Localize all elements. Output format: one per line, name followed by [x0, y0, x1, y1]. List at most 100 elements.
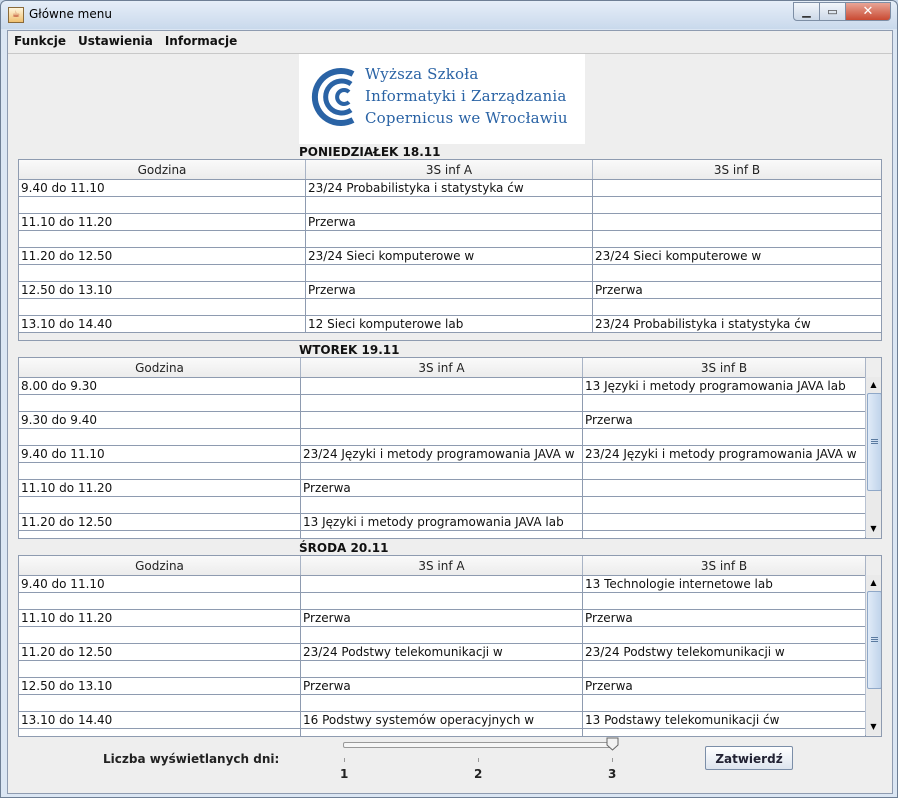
scroll-down-arrow-icon[interactable]: ▼	[866, 719, 881, 735]
vertical-scrollbar[interactable]: ▲ ▼	[865, 575, 881, 735]
table-cell[interactable]	[301, 463, 583, 479]
table-cell[interactable]	[301, 531, 583, 538]
table-cell[interactable]: 9.40 do 11.10	[19, 446, 301, 462]
table-cell[interactable]	[19, 695, 301, 711]
table-cell[interactable]: 12.50 do 13.10	[19, 282, 306, 298]
table-cell[interactable]	[19, 593, 301, 609]
table-row[interactable]	[19, 695, 866, 712]
scroll-up-arrow-icon[interactable]: ▲	[866, 575, 881, 591]
table-cell[interactable]: 13 Technologie internetowe lab	[583, 576, 866, 592]
table-cell[interactable]	[593, 231, 881, 247]
table-row[interactable]	[19, 429, 866, 446]
table-row[interactable]	[19, 531, 866, 538]
table-cell[interactable]	[301, 576, 583, 592]
column-header-inf-b[interactable]: 3S inf B	[583, 556, 866, 575]
menu-informacje[interactable]: Informacje	[159, 31, 243, 52]
table-cell[interactable]	[301, 627, 583, 643]
table-row[interactable]: 9.40 do 11.10 13 Technologie internetowe…	[19, 576, 866, 593]
table-cell[interactable]	[301, 661, 583, 677]
table-cell[interactable]	[19, 627, 301, 643]
table-cell[interactable]	[301, 378, 583, 394]
table-row[interactable]: 11.20 do 12.50 23/24 Sieci komputerowe w2…	[19, 248, 881, 265]
table-cell[interactable]: 11.20 do 12.50	[19, 248, 306, 264]
table-cell[interactable]	[583, 627, 866, 643]
table-cell[interactable]	[19, 299, 306, 315]
table-cell[interactable]	[19, 497, 301, 513]
table-cell[interactable]	[593, 299, 881, 315]
table-cell[interactable]	[301, 695, 583, 711]
table-cell[interactable]: Przerwa	[306, 282, 593, 298]
table-cell[interactable]: 13.10 do 14.40	[19, 712, 301, 728]
table-cell[interactable]	[306, 231, 593, 247]
table-cell[interactable]	[19, 265, 306, 281]
table-cell[interactable]: 23/24 Probabilistyka i statystyka ćw	[306, 180, 593, 196]
table-cell[interactable]: 11.10 do 11.20	[19, 480, 301, 496]
column-header-godzina[interactable]: Godzina	[19, 160, 306, 179]
table-cell[interactable]: Przerwa	[306, 214, 593, 230]
table-row[interactable]: 13.10 do 14.40 12 Sieci komputerowe lab 2…	[19, 316, 881, 333]
table-cell[interactable]: 23/24 Języki i metody programowania JAVA…	[583, 446, 866, 462]
table-cell[interactable]: 11.20 do 12.50	[19, 644, 301, 660]
maximize-button[interactable]: ▭	[820, 2, 846, 21]
table-row[interactable]	[19, 729, 866, 736]
table-row[interactable]: 11.20 do 12.50 13 Języki i metody program…	[19, 514, 866, 531]
table-cell[interactable]	[19, 661, 301, 677]
table-cell[interactable]: 11.10 do 11.20	[19, 610, 301, 626]
table-cell[interactable]	[19, 531, 301, 538]
table-cell[interactable]	[583, 463, 866, 479]
table-cell[interactable]: 11.20 do 12.50	[19, 514, 301, 530]
scroll-up-arrow-icon[interactable]: ▲	[866, 377, 881, 393]
table-cell[interactable]	[19, 463, 301, 479]
table-cell[interactable]	[583, 695, 866, 711]
table-row[interactable]	[19, 231, 881, 248]
table-cell[interactable]: 11.10 do 11.20	[19, 214, 306, 230]
table-cell[interactable]: Przerwa	[301, 480, 583, 496]
table-cell[interactable]: 12.50 do 13.10	[19, 678, 301, 694]
table-cell[interactable]	[583, 497, 866, 513]
table-cell[interactable]	[301, 395, 583, 411]
table-row[interactable]: 9.30 do 9.40 Przerwa	[19, 412, 866, 429]
table-cell[interactable]	[583, 395, 866, 411]
table-cell[interactable]: 13 Języki i metody programowania JAVA la…	[583, 378, 866, 394]
table-cell[interactable]: 12 Sieci komputerowe lab	[306, 316, 593, 332]
close-button[interactable]: ✕	[846, 2, 891, 21]
table-cell[interactable]: Przerwa	[301, 610, 583, 626]
scroll-thumb[interactable]	[867, 393, 881, 491]
table-cell[interactable]: Przerwa	[583, 412, 866, 428]
table-cell[interactable]: Przerwa	[583, 678, 866, 694]
table-cell[interactable]: Przerwa	[583, 610, 866, 626]
table-row[interactable]: 11.20 do 12.50 23/24 Podstwy telekomunika…	[19, 644, 866, 661]
table-cell[interactable]	[583, 429, 866, 445]
menu-ustawienia[interactable]: Ustawienia	[72, 31, 159, 52]
table-cell[interactable]	[306, 265, 593, 281]
table-row[interactable]	[19, 627, 866, 644]
table-row[interactable]	[19, 395, 866, 412]
table-cell[interactable]: 9.30 do 9.40	[19, 412, 301, 428]
table-cell[interactable]	[19, 197, 306, 213]
table-cell[interactable]	[593, 214, 881, 230]
table-cell[interactable]	[583, 480, 866, 496]
table-row[interactable]: 11.10 do 11.20 Przerwa Przerwa	[19, 610, 866, 627]
table-cell[interactable]: 16 Podstwy systemów operacyjnych w	[301, 712, 583, 728]
column-header-inf-b[interactable]: 3S inf B	[593, 160, 881, 179]
table-cell[interactable]: 23/24 Sieci komputerowe w	[593, 248, 881, 264]
table-cell[interactable]: Przerwa	[301, 678, 583, 694]
table-cell[interactable]	[19, 395, 301, 411]
table-cell[interactable]: 9.40 do 11.10	[19, 576, 301, 592]
menu-funkcje[interactable]: Funkcje	[8, 31, 72, 52]
table-cell[interactable]	[306, 197, 593, 213]
title-bar[interactable]: ☕ Główne menu ▁ ▭ ✕	[1, 1, 897, 29]
table-cell[interactable]	[301, 429, 583, 445]
minimize-button[interactable]: ▁	[793, 2, 820, 21]
table-row[interactable]	[19, 661, 866, 678]
table-row[interactable]	[19, 497, 866, 514]
table-cell[interactable]	[593, 265, 881, 281]
table-row[interactable]	[19, 299, 881, 316]
table-cell[interactable]	[301, 593, 583, 609]
table-cell[interactable]	[593, 180, 881, 196]
table-row[interactable]: 11.10 do 11.20 Przerwa	[19, 214, 881, 231]
table-cell[interactable]: 13 Podstawy telekomunikacji ćw	[583, 712, 866, 728]
table-cell[interactable]: 9.40 do 11.10	[19, 180, 306, 196]
table-row[interactable]: 9.40 do 11.10 23/24 Probabilistyka i stat…	[19, 180, 881, 197]
table-cell[interactable]	[19, 231, 306, 247]
